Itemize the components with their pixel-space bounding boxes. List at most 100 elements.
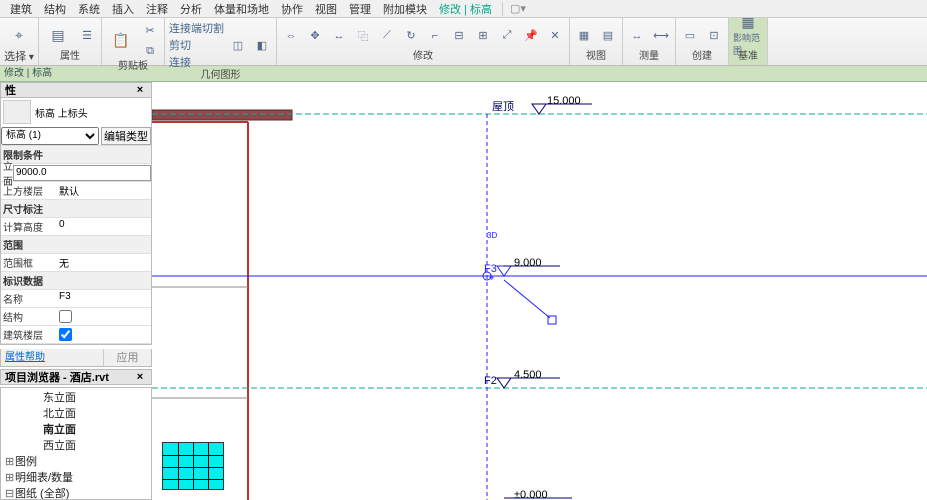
join-button[interactable]: 连接	[169, 54, 224, 70]
tree-node[interactable]: 西立面	[5, 438, 151, 454]
rotate-button[interactable]: ↻	[401, 26, 421, 46]
copy-button[interactable]: ⧉	[140, 41, 160, 61]
pin-button[interactable]: 📌	[521, 26, 541, 46]
ribbon-label-measure: 测量	[627, 51, 671, 65]
ribbon-label-datum: 基准	[733, 51, 763, 65]
menu-item-modify-level[interactable]: 修改 | 标高	[433, 1, 498, 17]
prop-val-elevation[interactable]	[13, 165, 151, 181]
browser-title: 项目浏览器 - 酒店.rvt	[5, 369, 109, 385]
prop-val-bldg-story[interactable]	[59, 328, 72, 341]
view-tool-1[interactable]: ▦	[574, 26, 594, 46]
prop-key-bldg-story: 建筑楼层	[1, 327, 57, 342]
coping-button[interactable]: 连接端切割	[169, 20, 224, 36]
prop-val-structural[interactable]	[59, 310, 72, 323]
properties-help-link[interactable]: 属性帮助	[1, 349, 103, 366]
prop-key-name: 名称	[1, 291, 57, 306]
edit-type-button[interactable]: 编辑类型	[101, 127, 151, 145]
svg-text:9.000: 9.000	[514, 257, 542, 269]
menu-item-arch[interactable]: 建筑	[4, 1, 38, 17]
prop-key-structural: 结构	[1, 309, 57, 324]
left-panels: 性 × 标高 上标头 标高 (1) 编辑类型 限制条件 立面 上方楼层默认 尺寸…	[0, 82, 152, 500]
move-button[interactable]: ✥	[305, 26, 325, 46]
browser-close-button[interactable]: ×	[133, 371, 147, 383]
scale-button[interactable]: ⤢	[497, 26, 517, 46]
ribbon-group-create: ▭ ⊡ 创建	[676, 18, 729, 65]
properties-close-button[interactable]: ×	[133, 84, 147, 96]
drawing-canvas[interactable]: 屋顶 15.000 F3 9.000 ⌖ 3D F2 4.500 ±0.000	[152, 82, 927, 500]
tree-node[interactable]: ⊞图例	[5, 454, 151, 470]
prop-val-above[interactable]: 默认	[57, 183, 151, 199]
level-head-f2[interactable]: F2 4.500	[484, 369, 560, 388]
ribbon-group-view: ▦ ▤ 视图	[570, 18, 623, 65]
menu-item-addin[interactable]: 附加模块	[377, 1, 433, 17]
dimension-button[interactable]: ⟷	[651, 26, 671, 46]
split-button[interactable]: ⊟	[449, 26, 469, 46]
menu-item-manage[interactable]: 管理	[343, 1, 377, 17]
delete-button[interactable]: ✕	[545, 26, 565, 46]
roof-slab	[152, 110, 292, 120]
create-tool-1[interactable]: ▭	[680, 26, 700, 46]
measure-button[interactable]: ↔	[627, 26, 647, 46]
menu-overflow-icon[interactable]: ▢▾	[507, 2, 529, 15]
section-extent: 范围	[1, 237, 57, 252]
ribbon-label-create: 创建	[680, 51, 724, 65]
prop-val-scope[interactable]: 无	[57, 255, 151, 271]
properties-panel-header: 性 ×	[0, 82, 152, 98]
type-swatch	[3, 100, 31, 124]
ribbon-group-modify: ⇔ ✥ ↔ ⿻ ⟋ ↻ ⌐ ⊟ ⊞ ⤢ 📌 ✕ 修改	[277, 18, 570, 65]
menu-item-analyze[interactable]: 分析	[174, 1, 208, 17]
level-head-f3[interactable]: F3 9.000 ⌖ 3D	[483, 231, 560, 324]
mirror-button[interactable]: ⟋	[377, 26, 397, 46]
ribbon-label-clipboard: 剪贴板	[106, 61, 160, 73]
cut-button[interactable]: ✂	[140, 20, 160, 40]
svg-text:3D: 3D	[487, 231, 497, 240]
properties-title: 性	[5, 82, 16, 98]
prop-key-scope: 范围框	[1, 255, 57, 270]
menu-item-struct[interactable]: 结构	[38, 1, 72, 17]
menu-item-insert[interactable]: 插入	[106, 1, 140, 17]
cut-geom-button[interactable]: 剪切	[169, 37, 224, 53]
view-tool-2[interactable]: ▤	[598, 26, 618, 46]
copy-mod-button[interactable]: ⿻	[353, 26, 373, 46]
paste-button[interactable]: 📋	[106, 26, 136, 56]
menu-item-annot[interactable]: 注释	[140, 1, 174, 17]
section-dimensions: 尺寸标注	[1, 201, 57, 216]
menu-item-sys[interactable]: 系统	[72, 1, 106, 17]
type-selector[interactable]: 标高 (1)	[1, 127, 99, 145]
tree-node[interactable]: 北立面	[5, 406, 151, 422]
tree-node[interactable]: ⊟图纸 (全部)	[5, 486, 151, 500]
type-props-button[interactable]: ☰	[77, 26, 97, 46]
ribbon-group-measure: ↔ ⟷ 测量	[623, 18, 676, 65]
array-button[interactable]: ⊞	[473, 26, 493, 46]
project-browser: 东立面北立面南立面西立面⊞图例⊞明细表/数量⊟图纸 (全部)⊞001 - 总平面…	[0, 387, 152, 500]
trim-button[interactable]: ⌐	[425, 26, 445, 46]
level-head-roof[interactable]: 屋顶 15.000	[492, 95, 592, 114]
prop-val-name[interactable]: F3	[57, 291, 151, 307]
menu-item-collab[interactable]: 协作	[275, 1, 309, 17]
prop-val-comp-height[interactable]: 0	[57, 219, 151, 235]
tree-node[interactable]: ⊞明细表/数量	[5, 470, 151, 486]
ribbon-label-props: 属性	[43, 51, 97, 65]
offset-button[interactable]: ↔	[329, 26, 349, 46]
menu-item-mass[interactable]: 体量和场地	[208, 1, 275, 17]
ribbon-label-view: 视图	[574, 51, 618, 65]
create-tool-2[interactable]: ⊡	[704, 26, 724, 46]
propagate-extents-button[interactable]: ▦影响范围	[733, 21, 763, 51]
tree-node[interactable]: 南立面	[5, 422, 151, 438]
type-name-label: 标高 上标头	[35, 105, 149, 120]
menu-item-view[interactable]: 视图	[309, 1, 343, 17]
align-button[interactable]: ⇔	[281, 26, 301, 46]
svg-text:4.500: 4.500	[514, 369, 542, 381]
properties-apply-button[interactable]: 应用	[103, 349, 151, 366]
tree-node[interactable]: 东立面	[5, 390, 151, 406]
geom-tool-1[interactable]: ◫	[228, 35, 248, 55]
ribbon-label-modify: 修改	[281, 51, 565, 65]
svg-text:⌖: ⌖	[489, 273, 494, 283]
modify-tool-button[interactable]: ⌖	[4, 21, 34, 51]
level-head-ground[interactable]: ±0.000	[504, 489, 572, 500]
geom-tool-2[interactable]: ◧	[252, 35, 272, 55]
section-identity: 标识数据	[1, 273, 57, 288]
menu-bar: 建筑 结构 系统 插入 注释 分析 体量和场地 协作 视图 管理 附加模块 修改…	[0, 0, 927, 18]
properties-button[interactable]: ▤	[43, 21, 73, 51]
ribbon-group-clipboard: 📋 ✂ ⧉ 剪贴板	[102, 18, 165, 65]
